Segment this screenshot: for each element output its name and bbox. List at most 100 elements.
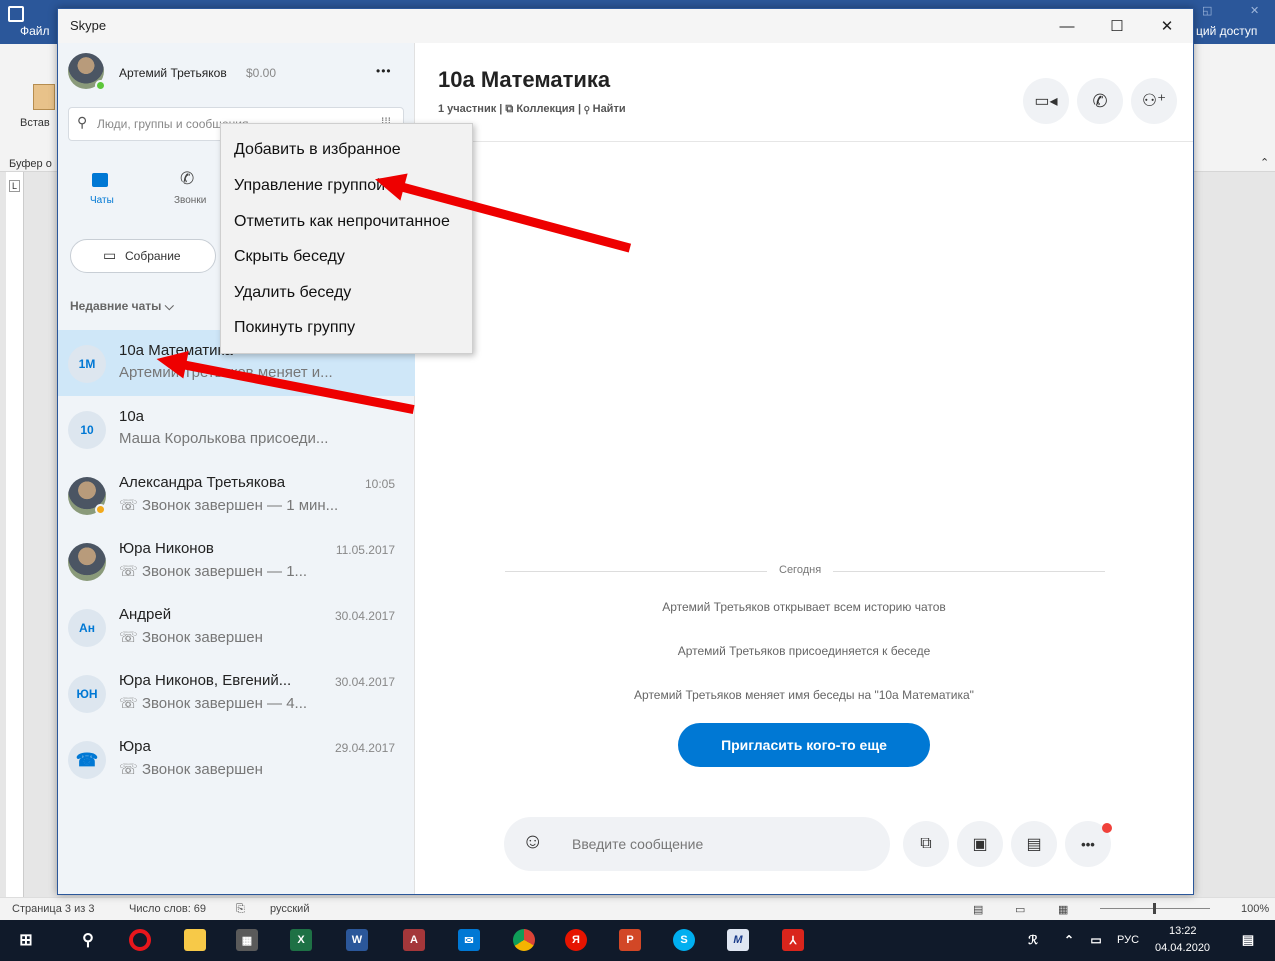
menu-item-manage-group[interactable]: Управление группой: [234, 177, 385, 195]
opera-icon[interactable]: [129, 929, 151, 951]
chat-item-10a[interactable]: 10 10а Маша Королькова присоеди...: [58, 396, 415, 462]
acrobat-icon[interactable]: ⅄: [782, 929, 804, 951]
video-call-button[interactable]: ▭◂: [1023, 78, 1069, 124]
minimize-icon[interactable]: —: [1045, 9, 1089, 43]
share-button[interactable]: ций доступ: [1196, 24, 1257, 38]
send-media-button[interactable]: ⧉: [903, 821, 949, 867]
profile-balance[interactable]: $0.00: [246, 66, 276, 80]
save-icon[interactable]: [8, 6, 24, 22]
web-layout-icon[interactable]: ▦: [1058, 903, 1068, 916]
chat-avatar: ЮН: [68, 675, 106, 713]
audio-call-button[interactable]: ✆: [1077, 78, 1123, 124]
search-icon: ⚲: [77, 114, 88, 130]
menu-item-hide-chat[interactable]: Скрыть беседу: [234, 248, 345, 266]
yandex-browser-icon[interactable]: Я: [565, 929, 587, 951]
conversation-title[interactable]: 10а Математика: [438, 67, 610, 93]
skype-taskbar-icon[interactable]: S: [673, 929, 695, 951]
print-layout-icon[interactable]: ▭: [1015, 903, 1025, 916]
windows-start-icon[interactable]: ⊞: [15, 929, 37, 951]
chat-time: 11.05.2017: [335, 543, 395, 557]
word-close-icon[interactable]: ✕: [1250, 4, 1259, 17]
paste-label[interactable]: Встав: [20, 117, 50, 129]
chat-preview-text: Звонок завершен — 1 мин...: [141, 497, 339, 514]
nav-chats[interactable]: Чаты: [76, 167, 132, 211]
chat-preview: ☏ Звонок завершен — 1 мин...: [119, 496, 338, 514]
notifications-icon[interactable]: ▤: [1237, 929, 1259, 951]
invite-button[interactable]: Пригласить кого-то еще: [678, 723, 930, 767]
chat-item-andrey[interactable]: Ан Андрей 30.04.2017 ☏ Звонок завершен: [58, 594, 415, 660]
close-icon[interactable]: ✕: [1145, 9, 1189, 43]
add-people-button[interactable]: ⚇⁺: [1131, 78, 1177, 124]
maximize-icon[interactable]: ☐: [1095, 9, 1139, 43]
calculator-icon[interactable]: ▦: [236, 929, 258, 951]
message-input[interactable]: Введите сообщение: [572, 836, 703, 852]
file-explorer-icon[interactable]: [184, 929, 206, 951]
read-mode-icon[interactable]: ▤: [973, 903, 983, 916]
access-icon[interactable]: A: [403, 929, 425, 951]
chat-name: Александра Третьякова: [119, 474, 286, 491]
emoji-icon[interactable]: ☺: [522, 830, 543, 854]
zoom-slider-thumb[interactable]: [1153, 903, 1156, 914]
menu-item-leave-group[interactable]: Покинуть группу: [234, 319, 355, 337]
mail-icon[interactable]: ✉: [458, 929, 480, 951]
clock-time[interactable]: 13:22: [1169, 925, 1197, 937]
excel-icon[interactable]: X: [290, 929, 312, 951]
word-icon[interactable]: W: [346, 929, 368, 951]
chat-avatar: Ан: [68, 609, 106, 647]
add-person-icon: ⚇⁺: [1141, 91, 1167, 110]
people-icon[interactable]: ℛ: [1022, 929, 1044, 951]
proofing-icon[interactable]: ⎘: [236, 903, 245, 916]
nav-calls[interactable]: ✆ Звонки: [162, 167, 218, 211]
word-restore-icon[interactable]: ◱: [1202, 4, 1212, 17]
profile-name[interactable]: Артемий Третьяков: [119, 66, 227, 80]
menu-item-add-favorite[interactable]: Добавить в избранное: [234, 141, 401, 159]
recent-chats-label: Недавние чаты: [70, 299, 162, 313]
zoom-slider[interactable]: [1100, 903, 1210, 914]
paste-icon[interactable]: [33, 84, 55, 110]
call-end-icon: ☏: [119, 497, 142, 514]
video-meeting-icon: ▭: [103, 247, 117, 263]
message-composer[interactable]: ☺ Введите сообщение: [504, 817, 890, 871]
powerpoint-icon[interactable]: P: [619, 929, 641, 951]
recent-chats-header[interactable]: Недавние чаты ⌵: [70, 299, 174, 314]
find-link[interactable]: Найти: [593, 103, 626, 115]
search-icon[interactable]: ⚲: [77, 929, 99, 951]
page-count[interactable]: Страница 3 из 3: [12, 903, 94, 915]
participants-link[interactable]: 1 участник: [438, 103, 496, 115]
windows-taskbar: ⊞ ⚲ ▦ X W A ✉ Я P S M ⅄ ℛ ⌃ ▭ РУС 13:22 …: [0, 920, 1275, 961]
phone-icon: ✆: [180, 169, 195, 188]
keyboard-language[interactable]: РУС: [1117, 934, 1139, 946]
mathcad-icon[interactable]: M: [727, 929, 749, 951]
chat-preview: ☏ Звонок завершен: [119, 628, 263, 646]
header-divider: [415, 141, 1193, 142]
menu-item-mark-unread[interactable]: Отметить как непрочитанное: [234, 213, 450, 231]
ribbon-collapse-icon[interactable]: ⌃: [1260, 156, 1269, 169]
chat-preview-text: Звонок завершен — 1...: [141, 563, 308, 580]
clock-date[interactable]: 04.04.2020: [1155, 942, 1210, 954]
zoom-level[interactable]: 100%: [1241, 903, 1269, 915]
send-contact-button[interactable]: ▣: [957, 821, 1003, 867]
chat-avatar: 10: [68, 411, 106, 449]
word-count[interactable]: Число слов: 69: [129, 903, 206, 915]
menu-item-delete-chat[interactable]: Удалить беседу: [234, 284, 351, 302]
conversation-pane: 10а Математика 1 участник | ⧉ Коллекция …: [415, 43, 1193, 894]
ruler-tab-selector[interactable]: L: [9, 180, 21, 192]
chat-item-yura-evgeniy[interactable]: ЮН Юра Никонов, Евгений... 30.04.2017 ☏ …: [58, 660, 415, 726]
chat-item-yura-nikonov[interactable]: Юра Никонов 11.05.2017 ☏ Звонок завершен…: [58, 528, 415, 594]
tray-expand-icon[interactable]: ⌃: [1058, 929, 1080, 951]
chat-item-yura[interactable]: ☎ Юра 29.04.2017 ☏ Звонок завершен: [58, 726, 415, 792]
chat-preview-text: Звонок завершен — 4...: [141, 695, 308, 712]
meeting-button[interactable]: ▭ Собрание: [70, 239, 216, 273]
chrome-icon[interactable]: [513, 929, 535, 951]
more-options-button[interactable]: •••: [376, 64, 392, 78]
collection-link[interactable]: Коллекция: [516, 103, 575, 115]
away-status-icon: [95, 504, 106, 515]
nav-chats-label: Чаты: [90, 195, 114, 206]
send-video-message-button[interactable]: ▤: [1011, 821, 1057, 867]
chat-avatar: [68, 543, 106, 581]
call-end-icon: ☏: [119, 563, 142, 580]
chat-item-aleksandra[interactable]: Александра Третьякова 10:05 ☏ Звонок зав…: [58, 462, 415, 528]
menu-file[interactable]: Файл: [20, 24, 50, 38]
network-icon[interactable]: ▭: [1085, 929, 1107, 951]
language-status[interactable]: русский: [270, 903, 309, 915]
